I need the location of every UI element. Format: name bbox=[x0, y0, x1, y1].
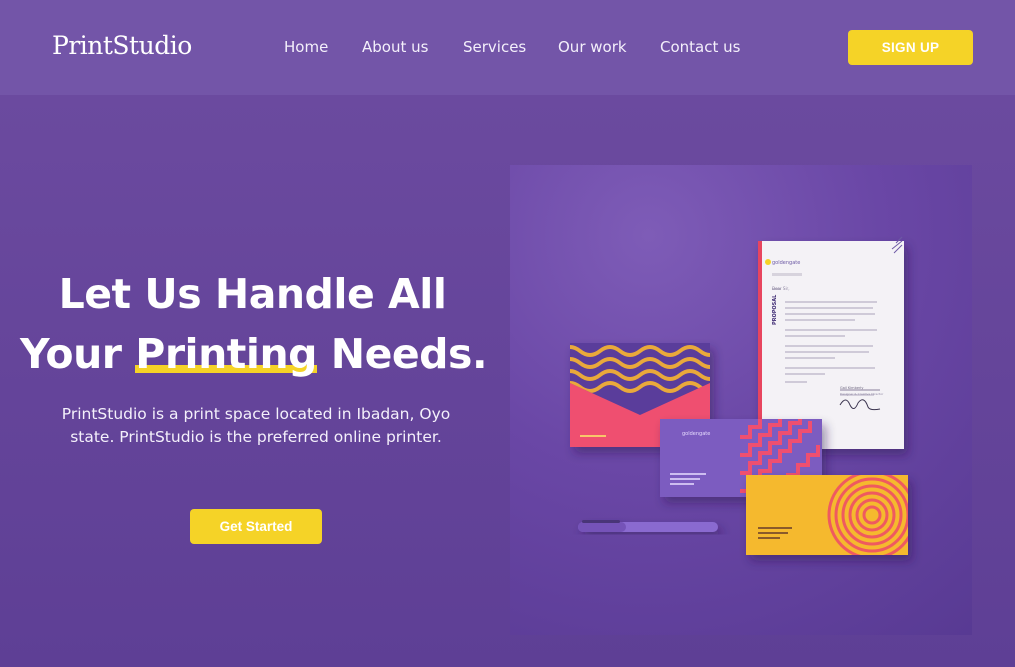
hero-headline-line-2: Your Printing Needs. bbox=[20, 330, 488, 378]
headline-highlight: Printing bbox=[135, 330, 317, 378]
hero-description: PrintStudio is a print space located in … bbox=[61, 405, 451, 446]
letterhead-signer-title: Designer & Creative Director bbox=[840, 392, 884, 396]
headline-text-post: Needs. bbox=[316, 330, 488, 378]
headline-text-pre: Your bbox=[20, 330, 136, 378]
stationery-mockup-image: goldengate Dear Sir, Gail Kimberly Desig… bbox=[510, 165, 972, 635]
letterhead-document bbox=[758, 236, 904, 449]
letterhead-brand: goldengate bbox=[772, 260, 800, 266]
nav-item-our-work[interactable]: Our work bbox=[558, 38, 627, 56]
letterhead-signer: Gail Kimberly bbox=[840, 386, 863, 390]
nav-item-contact-us[interactable]: Contact us bbox=[660, 38, 740, 56]
top-navigation: PrintStudio Home About us Services Our w… bbox=[0, 0, 1015, 95]
nav-item-home[interactable]: Home bbox=[284, 38, 328, 56]
hero-headline-line-1: Let Us Handle All bbox=[58, 270, 447, 318]
stationery-mockup-illustration: goldengate Dear Sir, Gail Kimberly Desig… bbox=[570, 236, 908, 555]
sign-up-button[interactable]: SIGN UP bbox=[848, 30, 973, 65]
nav-item-about-us[interactable]: About us bbox=[362, 38, 428, 56]
headline-highlight-word: Printing bbox=[135, 330, 317, 378]
envelope-brand: goldengate bbox=[682, 431, 710, 437]
pen bbox=[578, 520, 718, 532]
nav-item-services[interactable]: Services bbox=[463, 38, 526, 56]
site-logo[interactable]: PrintStudio bbox=[52, 31, 192, 60]
letterhead-greeting: Dear Sir, bbox=[772, 286, 789, 291]
yellow-business-card bbox=[746, 475, 908, 555]
letterhead-brand-mark bbox=[765, 259, 771, 265]
letterhead-side-label: PROPOSAL bbox=[772, 294, 778, 325]
get-started-button[interactable]: Get Started bbox=[190, 509, 322, 544]
